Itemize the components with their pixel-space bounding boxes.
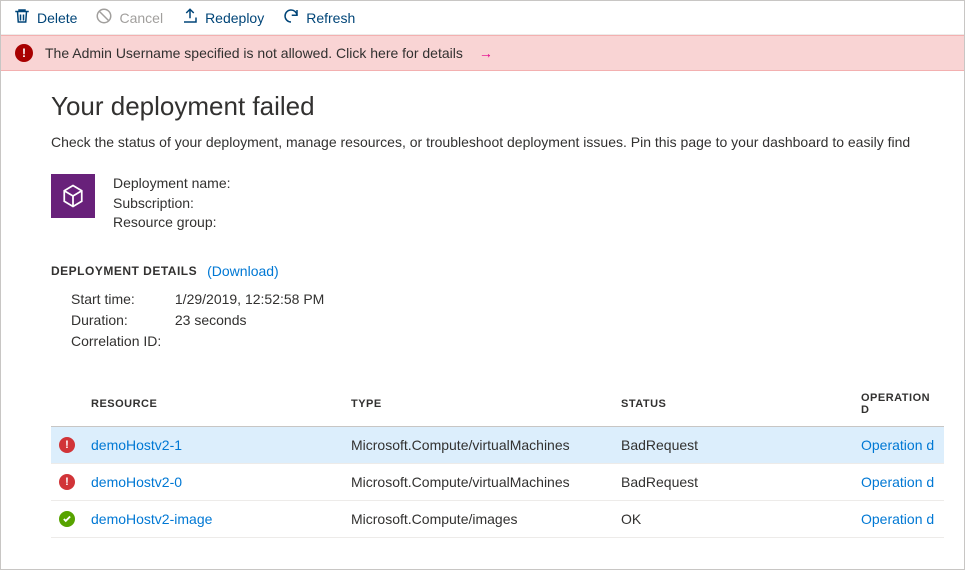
col-status[interactable]: STATUS	[613, 382, 853, 427]
resource-cell: demoHostv2-1	[83, 426, 343, 463]
status-cell: OK	[613, 500, 853, 537]
table-row[interactable]: ! demoHostv2-0 Microsoft.Compute/virtualMa…	[51, 463, 944, 500]
cancel-icon	[95, 7, 113, 28]
error-banner[interactable]: ! The Admin Username specified is not al…	[1, 35, 964, 71]
col-resource[interactable]: RESOURCE	[83, 382, 343, 427]
redeploy-label: Redeploy	[205, 10, 264, 26]
resource-cell: demoHostv2-0	[83, 463, 343, 500]
start-time-value: 1/29/2019, 12:52:58 PM	[175, 291, 324, 307]
correlation-id-label: Correlation ID:	[71, 331, 171, 352]
duration-label: Duration:	[71, 310, 171, 331]
redeploy-button[interactable]: Redeploy	[181, 7, 264, 28]
duration-value: 23 seconds	[175, 312, 247, 328]
details-block: Start time: 1/29/2019, 12:52:58 PM Durat…	[51, 289, 944, 352]
download-link[interactable]: (Download)	[207, 263, 279, 279]
resource-group-label: Resource group:	[113, 213, 231, 233]
refresh-label: Refresh	[306, 10, 355, 26]
redeploy-icon	[181, 7, 199, 28]
error-icon: !	[59, 474, 75, 490]
operation-link[interactable]: Operation d	[861, 474, 934, 490]
banner-text: The Admin Username specified is not allo…	[45, 45, 463, 61]
operation-link[interactable]: Operation d	[861, 511, 934, 527]
cancel-button: Cancel	[95, 7, 163, 28]
operation-cell: Operation d	[853, 463, 944, 500]
refresh-icon	[282, 7, 300, 28]
trash-icon	[13, 7, 31, 28]
details-header: DEPLOYMENT DETAILS (Download)	[51, 263, 944, 279]
table-row[interactable]: ! demoHostv2-1 Microsoft.Compute/virtualMa…	[51, 426, 944, 463]
resource-cell: demoHostv2-image	[83, 500, 343, 537]
arrow-right-icon: →	[479, 45, 493, 61]
type-cell: Microsoft.Compute/virtualMachines	[343, 463, 613, 500]
resource-link[interactable]: demoHostv2-1	[91, 437, 182, 453]
deployment-name-label: Deployment name:	[113, 174, 231, 194]
refresh-button[interactable]: Refresh	[282, 7, 355, 28]
resource-link[interactable]: demoHostv2-image	[91, 511, 212, 527]
row-status-cell: !	[51, 463, 83, 500]
col-operation[interactable]: OPERATION D	[853, 382, 944, 427]
operation-cell: Operation d	[853, 500, 944, 537]
cancel-label: Cancel	[119, 10, 163, 26]
row-status-cell: !	[51, 426, 83, 463]
delete-button[interactable]: Delete	[13, 7, 77, 28]
error-icon: !	[15, 44, 33, 62]
subscription-label: Subscription:	[113, 194, 231, 214]
resource-link[interactable]: demoHostv2-0	[91, 474, 182, 490]
col-type[interactable]: TYPE	[343, 382, 613, 427]
page-title: Your deployment failed	[51, 91, 944, 122]
status-cell: BadRequest	[613, 463, 853, 500]
content-area: Your deployment failed Check the status …	[1, 71, 964, 538]
start-time-label: Start time:	[71, 289, 171, 310]
deployment-summary: Deployment name: Subscription: Resource …	[51, 174, 944, 233]
operation-cell: Operation d	[853, 426, 944, 463]
deployment-icon	[51, 174, 95, 218]
delete-label: Delete	[37, 10, 77, 26]
toolbar: Delete Cancel Redeploy Refresh	[1, 1, 964, 35]
summary-fields: Deployment name: Subscription: Resource …	[113, 174, 231, 233]
success-icon	[59, 511, 75, 527]
error-icon: !	[59, 437, 75, 453]
type-cell: Microsoft.Compute/images	[343, 500, 613, 537]
col-status-icon	[51, 382, 83, 427]
type-cell: Microsoft.Compute/virtualMachines	[343, 426, 613, 463]
operation-link[interactable]: Operation d	[861, 437, 934, 453]
table-row[interactable]: demoHostv2-image Microsoft.Compute/images…	[51, 500, 944, 537]
details-title: DEPLOYMENT DETAILS	[51, 264, 197, 278]
deployment-table: RESOURCE TYPE STATUS OPERATION D ! demoHo…	[51, 382, 944, 538]
page-subtitle: Check the status of your deployment, man…	[51, 134, 944, 150]
row-status-cell	[51, 500, 83, 537]
status-cell: BadRequest	[613, 426, 853, 463]
